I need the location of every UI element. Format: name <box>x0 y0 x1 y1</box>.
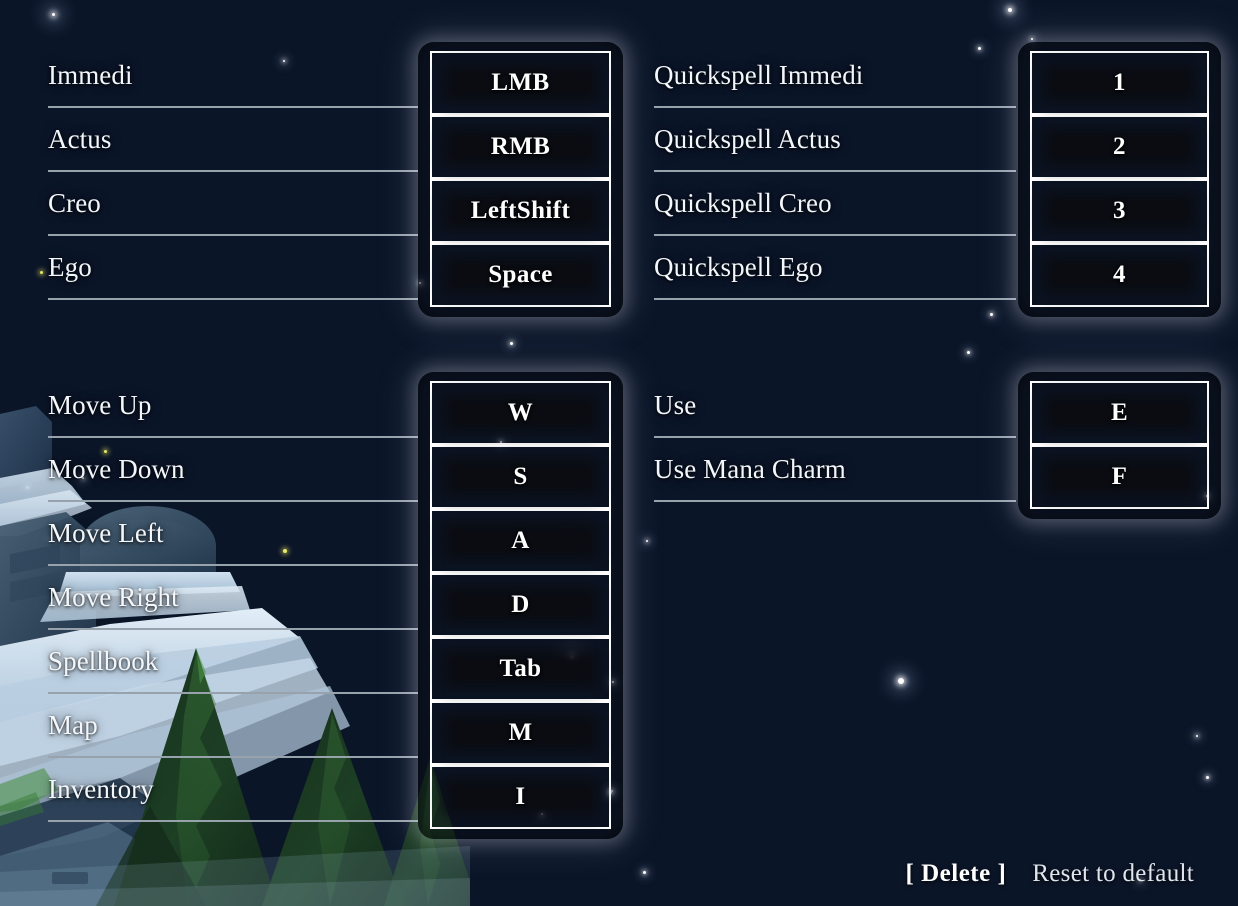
key-binding-button-inventory[interactable]: I <box>430 765 611 829</box>
key-binding-label: 4 <box>1113 261 1126 288</box>
key-binding-label: M <box>508 719 533 746</box>
key-binding-button-move-down[interactable]: S <box>430 445 611 509</box>
key-binding-button-quickspell-creo[interactable]: 3 <box>1030 179 1209 243</box>
footer-actions: [ Delete ] Reset to default <box>906 860 1194 888</box>
key-binding-label: I <box>515 783 526 810</box>
section-spells-rows: Immedi Actus Creo Ego <box>48 44 418 300</box>
key-binding-button-quickspell-immedi[interactable]: 1 <box>1030 51 1209 115</box>
binding-action-label: Move Left <box>48 517 164 548</box>
binding-action-label: Use <box>654 389 697 420</box>
binding-action-label: Quickspell Creo <box>654 187 832 218</box>
binding-action-label: Ego <box>48 251 92 282</box>
table-row[interactable]: Move Up <box>48 374 418 438</box>
key-binding-label: 2 <box>1113 133 1126 160</box>
table-row[interactable]: Immedi <box>48 44 418 108</box>
key-binding-button-use-mana-charm[interactable]: F <box>1030 445 1209 509</box>
section-quickspells-rows: Quickspell Immedi Quickspell Actus Quick… <box>654 44 1016 300</box>
key-binding-button-immedi[interactable]: LMB <box>430 51 611 115</box>
table-row[interactable]: Move Right <box>48 566 418 630</box>
key-binding-button-quickspell-ego[interactable]: 4 <box>1030 243 1209 307</box>
key-binding-label: D <box>511 591 530 618</box>
key-binding-label: 3 <box>1113 197 1126 224</box>
key-binding-label: Tab <box>499 655 542 682</box>
section-movement-keys-panel: W S A D Tab M I <box>418 372 623 839</box>
section-movement-rows: Move Up Move Down Move Left Move Right S… <box>48 374 418 822</box>
table-row[interactable]: Move Left <box>48 502 418 566</box>
table-row[interactable]: Use <box>654 374 1016 438</box>
table-row[interactable]: Move Down <box>48 438 418 502</box>
key-binding-label: Space <box>488 261 553 288</box>
section-interact-rows: Use Use Mana Charm <box>654 374 1016 502</box>
table-row[interactable]: Ego <box>48 236 418 300</box>
key-binding-button-move-left[interactable]: A <box>430 509 611 573</box>
table-row[interactable]: Quickspell Ego <box>654 236 1016 300</box>
binding-action-label: Move Down <box>48 453 185 484</box>
key-binding-label: F <box>1111 463 1128 490</box>
table-row[interactable]: Use Mana Charm <box>654 438 1016 502</box>
binding-action-label: Quickspell Immedi <box>654 59 864 90</box>
binding-action-label: Inventory <box>48 773 154 804</box>
table-row[interactable]: Map <box>48 694 418 758</box>
key-binding-button-quickspell-actus[interactable]: 2 <box>1030 115 1209 179</box>
key-binding-label: LeftShift <box>470 197 571 224</box>
binding-action-label: Immedi <box>48 59 133 90</box>
key-binding-label: E <box>1110 399 1129 426</box>
binding-action-label: Quickspell Ego <box>654 251 823 282</box>
key-binding-button-move-right[interactable]: D <box>430 573 611 637</box>
key-binding-label: 1 <box>1113 69 1126 96</box>
binding-action-label: Map <box>48 709 98 740</box>
reset-to-default-button[interactable]: Reset to default <box>1032 860 1194 888</box>
key-binding-button-creo[interactable]: LeftShift <box>430 179 611 243</box>
key-binding-button-spellbook[interactable]: Tab <box>430 637 611 701</box>
table-row[interactable]: Quickspell Creo <box>654 172 1016 236</box>
key-binding-button-use[interactable]: E <box>1030 381 1209 445</box>
section-spells-keys-panel: LMB RMB LeftShift Space <box>418 42 623 317</box>
table-row[interactable]: Quickspell Actus <box>654 108 1016 172</box>
key-binding-label: W <box>507 399 534 426</box>
table-row[interactable]: Creo <box>48 172 418 236</box>
table-row[interactable]: Inventory <box>48 758 418 822</box>
keybindings-screen: Immedi Actus Creo Ego LMB RMB LeftShift … <box>0 0 1238 906</box>
key-binding-button-map[interactable]: M <box>430 701 611 765</box>
binding-action-label: Quickspell Actus <box>654 123 841 154</box>
binding-action-label: Actus <box>48 123 112 154</box>
key-binding-button-ego[interactable]: Space <box>430 243 611 307</box>
section-interact-keys-panel: E F <box>1018 372 1221 519</box>
table-row[interactable]: Actus <box>48 108 418 172</box>
delete-binding-button[interactable]: [ Delete ] <box>906 860 1007 888</box>
table-row[interactable]: Quickspell Immedi <box>654 44 1016 108</box>
key-binding-label: RMB <box>490 133 551 160</box>
binding-action-label: Move Up <box>48 389 152 420</box>
key-binding-label: S <box>513 463 528 490</box>
key-binding-button-move-up[interactable]: W <box>430 381 611 445</box>
key-binding-label: LMB <box>491 69 550 96</box>
table-row[interactable]: Spellbook <box>48 630 418 694</box>
binding-action-label: Use Mana Charm <box>654 453 846 484</box>
section-quickspells-keys-panel: 1 2 3 4 <box>1018 42 1221 317</box>
key-binding-label: A <box>511 527 530 554</box>
key-binding-button-actus[interactable]: RMB <box>430 115 611 179</box>
binding-action-label: Move Right <box>48 581 179 612</box>
binding-action-label: Spellbook <box>48 645 159 676</box>
binding-action-label: Creo <box>48 187 101 218</box>
